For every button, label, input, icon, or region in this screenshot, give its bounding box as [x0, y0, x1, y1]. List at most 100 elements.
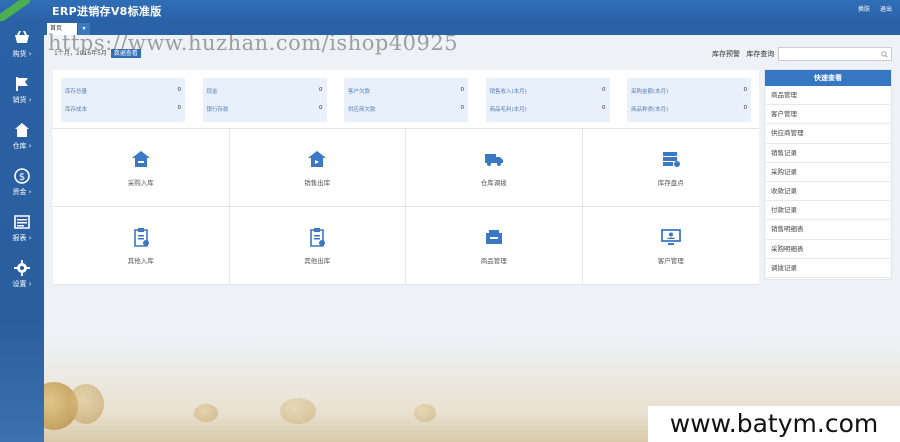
stock-links: 库存预警 库存查询: [712, 49, 778, 59]
shortcut-grid: 采购入库 销售出库 仓库调拨 库存盘点 其他入库 其他出库 商品管理 客户管理: [53, 128, 759, 285]
stock-search-input[interactable]: [778, 47, 892, 61]
tile-customer-management[interactable]: 客户管理: [582, 207, 759, 285]
hay-bale-image: [194, 404, 218, 422]
quick-item[interactable]: 客户管理: [765, 105, 891, 125]
stat-label: 库存成本: [65, 107, 88, 113]
stat-label: 销售收入(本月): [489, 89, 527, 95]
stat-value: 0: [460, 87, 465, 93]
stat-value: 0: [177, 105, 182, 111]
dollar-icon: $: [14, 167, 30, 184]
sidebar-item-purchase[interactable]: 购货 ›: [0, 21, 44, 67]
purchase-in-icon: [131, 150, 150, 167]
skin-link[interactable]: 换肤: [858, 6, 870, 13]
sidebar: 购货 › 销货 › 仓库 › $ 资金 › 报表 › 设置 ›: [0, 21, 44, 442]
sidebar-item-settings[interactable]: 设置 ›: [0, 251, 44, 297]
quick-item[interactable]: 采购记录: [765, 163, 891, 182]
tab-strip: 首页 ▾: [44, 21, 900, 35]
stat-card: 客户欠款 0 供应商欠款 0: [344, 78, 468, 122]
quick-item[interactable]: 采购明细表: [765, 240, 891, 259]
sidebar-item-reports[interactable]: 报表 ›: [0, 205, 44, 251]
sidebar-item-label: 销货 ›: [12, 95, 32, 104]
sidebar-item-label: 仓库 ›: [12, 141, 32, 150]
tile-warehouse-transfer[interactable]: 仓库调拨: [406, 129, 583, 207]
corner-ribbon: [0, 0, 30, 21]
quick-item[interactable]: 付款记录: [765, 201, 891, 221]
hay-bale-image: [68, 384, 104, 424]
stat-value: 0: [602, 105, 606, 111]
clipboard-out-icon: [310, 227, 326, 247]
hay-bale-image: [280, 398, 316, 424]
quick-item[interactable]: 供应商管理: [765, 124, 891, 144]
sidebar-item-sales[interactable]: 销货 ›: [0, 67, 44, 113]
tile-label: 仓库调拨: [480, 178, 507, 187]
sidebar-item-warehouse[interactable]: 仓库 ›: [0, 113, 44, 159]
truck-icon: [484, 153, 503, 166]
stats-row: 库存总量 0 库存成本 0 现金 0 银行存款 0 客户欠款 0 供应商欠款 0 销售收入(…: [61, 78, 751, 122]
stat-value: 0: [319, 87, 323, 93]
svg-text:$: $: [19, 172, 25, 183]
tile-label: 商品管理: [480, 256, 507, 265]
tile-other-in[interactable]: 其他入库: [53, 207, 230, 285]
tile-label: 销售出库: [304, 178, 331, 187]
top-bar: ERP进销存V8标准版 换肤 退出: [0, 0, 900, 21]
tile-product-management[interactable]: 商品管理: [406, 207, 583, 285]
stat-card: 销售收入(本月) 0 商品毛利(本月) 0: [485, 78, 610, 122]
monitor-icon: [660, 228, 681, 245]
breadcrumb-text: 1个月，2016年5月: [54, 50, 107, 57]
quick-item[interactable]: 销售明细表: [765, 220, 891, 240]
tab-home[interactable]: 首页: [47, 23, 77, 35]
house-icon: [15, 122, 29, 137]
watermark-site: www.batym.com: [648, 406, 900, 442]
quick-item[interactable]: 销售记录: [765, 144, 891, 163]
gear-icon: [14, 259, 30, 276]
quick-item[interactable]: 收款记录: [765, 182, 891, 202]
basket-icon: [15, 30, 29, 43]
stock-warning-link[interactable]: 库存预警: [712, 50, 740, 58]
quick-item[interactable]: 调拨记录: [765, 259, 891, 278]
stat-value: 0: [319, 105, 323, 111]
stat-value: 0: [743, 87, 748, 93]
stat-value: 0: [177, 87, 182, 93]
sidebar-item-label: 购货 ›: [12, 49, 32, 58]
stat-label: 银行存款: [206, 107, 229, 113]
tile-label: 其他出库: [304, 256, 331, 265]
stock-query-link[interactable]: 库存查询: [746, 50, 774, 58]
stat-card: 现金 0 银行存款 0: [202, 78, 327, 122]
main-panel: 库存总量 0 库存成本 0 现金 0 银行存款 0 客户欠款 0 供应商欠款 0 销售收入(…: [53, 70, 759, 285]
top-links: 换肤 退出: [850, 4, 892, 13]
quick-view-title: 快速查看: [765, 70, 891, 86]
stat-card: 采购金额(本月) 0 商品种类(本月) 0: [627, 78, 751, 122]
stat-value: 0: [602, 87, 606, 93]
stat-label: 商品种类(本月): [631, 107, 669, 113]
stat-label: 采购金额(本月): [631, 89, 669, 95]
tile-sales-out[interactable]: 销售出库: [229, 129, 406, 207]
stat-label: 客户欠款: [348, 89, 371, 95]
inventory-icon: [662, 151, 680, 167]
sales-out-icon: [308, 150, 327, 167]
hay-bale-image: [414, 404, 436, 422]
search-icon[interactable]: [881, 51, 888, 58]
stat-label: 现金: [206, 89, 218, 95]
tile-label: 库存盘点: [657, 178, 684, 187]
tile-other-out[interactable]: 其他出库: [229, 207, 406, 285]
tile-purchase-in[interactable]: 采购入库: [53, 129, 230, 207]
product-icon: [485, 229, 502, 244]
quick-item[interactable]: 商品管理: [765, 86, 891, 106]
stat-card: 库存总量 0 库存成本 0: [61, 78, 185, 122]
view-data-tag[interactable]: 数据查看: [110, 49, 141, 58]
sidebar-item-label: 资金 ›: [12, 187, 32, 196]
stat-label: 商品毛利(本月): [489, 107, 527, 113]
clipboard-in-icon: [133, 227, 149, 247]
sidebar-item-label: 设置 ›: [12, 279, 32, 288]
tile-label: 客户管理: [657, 256, 684, 265]
sidebar-item-funds[interactable]: $ 资金 ›: [0, 159, 44, 205]
breadcrumb: 1个月，2016年5月 数据查看: [54, 48, 141, 58]
logout-link[interactable]: 退出: [880, 6, 892, 13]
tile-label: 采购入库: [127, 178, 154, 187]
tile-label: 其他入库: [127, 256, 154, 265]
stat-value: 0: [460, 105, 465, 111]
flag-icon: [16, 76, 28, 91]
tile-inventory-check[interactable]: 库存盘点: [582, 129, 759, 207]
tab-more-button[interactable]: ▾: [78, 23, 90, 35]
stat-label: 库存总量: [65, 89, 88, 95]
